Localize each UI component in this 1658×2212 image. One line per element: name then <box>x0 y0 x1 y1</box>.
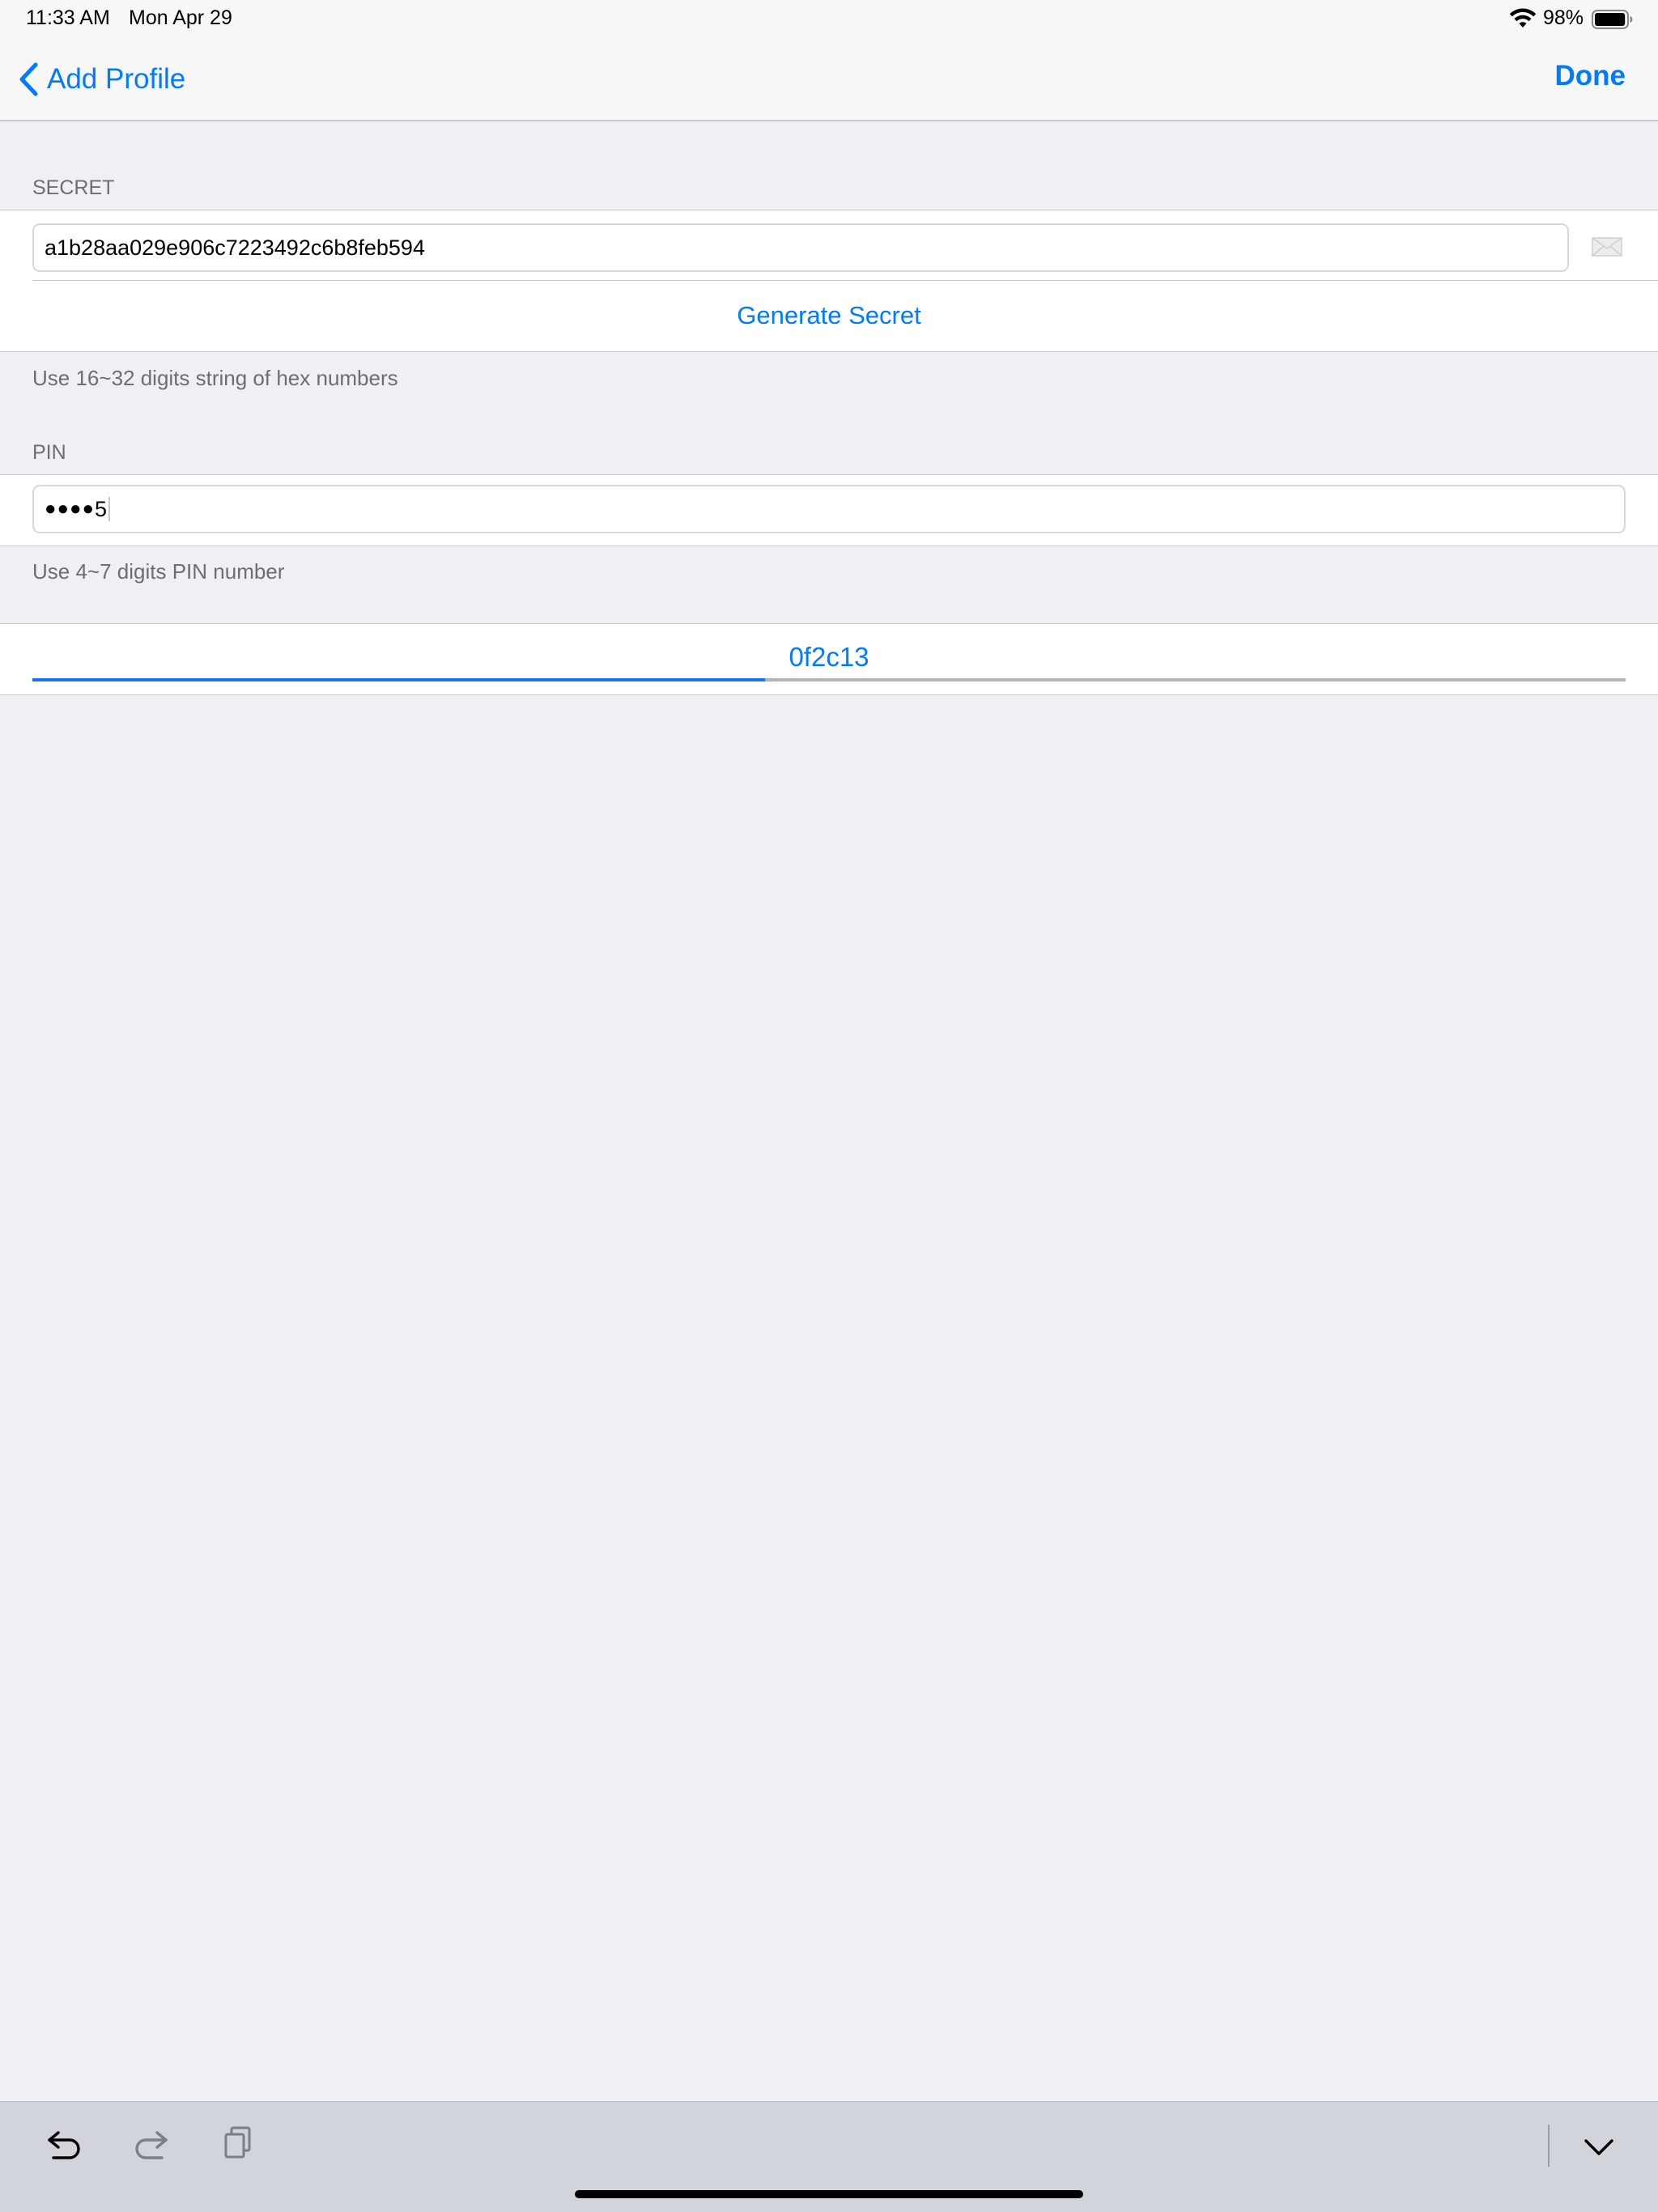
code-cell-group: 0f2c13 <box>0 623 1658 695</box>
dismiss-keyboard-icon[interactable] <box>1584 2138 1614 2157</box>
pin-masked-dots: ●●●● <box>45 498 95 520</box>
text-caret <box>108 497 111 521</box>
back-button[interactable]: Add Profile <box>18 58 185 100</box>
secret-section-header: SECRET <box>32 176 115 199</box>
status-date: Mon Apr 29 <box>129 6 232 29</box>
code-progress-fill <box>32 678 766 681</box>
pin-cell-group: ●●●● 5 <box>0 474 1658 546</box>
pin-last-char: 5 <box>94 496 108 521</box>
generated-code: 0f2c13 <box>789 642 869 672</box>
pin-section-footer: Use 4~7 digits PIN number <box>32 559 285 584</box>
wifi-icon <box>1509 8 1537 28</box>
secret-input-value: a1b28aa029e906c7223492c6b8feb594 <box>45 235 425 260</box>
code-progress-bar <box>32 678 1626 681</box>
mail-icon[interactable] <box>1592 237 1622 257</box>
back-button-label: Add Profile <box>47 63 186 95</box>
redo-icon[interactable] <box>133 2128 170 2160</box>
secret-section-footer: Use 16~32 digits string of hex numbers <box>32 366 398 390</box>
keyboard-bar-divider <box>1548 2125 1550 2167</box>
secret-input[interactable]: a1b28aa029e906c7223492c6b8feb594 <box>32 223 1569 272</box>
status-bar: 11:33 AM Mon Apr 29 98% <box>0 0 1658 39</box>
status-time: 11:33 AM <box>26 6 110 29</box>
home-indicator <box>575 2190 1083 2198</box>
pin-input[interactable]: ●●●● 5 <box>32 485 1626 533</box>
undo-icon[interactable] <box>45 2128 83 2160</box>
pin-section-header: PIN <box>32 441 66 464</box>
generate-secret-button[interactable]: Generate Secret <box>0 301 1658 330</box>
battery-icon <box>1592 10 1633 29</box>
cell-separator <box>32 280 1658 281</box>
navigation-bar: Add Profile Done <box>0 39 1658 121</box>
paste-icon[interactable] <box>222 2125 254 2160</box>
done-button[interactable]: Done <box>1555 60 1626 92</box>
chevron-left-icon <box>19 62 38 96</box>
battery-percentage: 98% <box>1543 6 1584 29</box>
secret-cell-group: a1b28aa029e906c7223492c6b8feb594 Generat… <box>0 210 1658 352</box>
